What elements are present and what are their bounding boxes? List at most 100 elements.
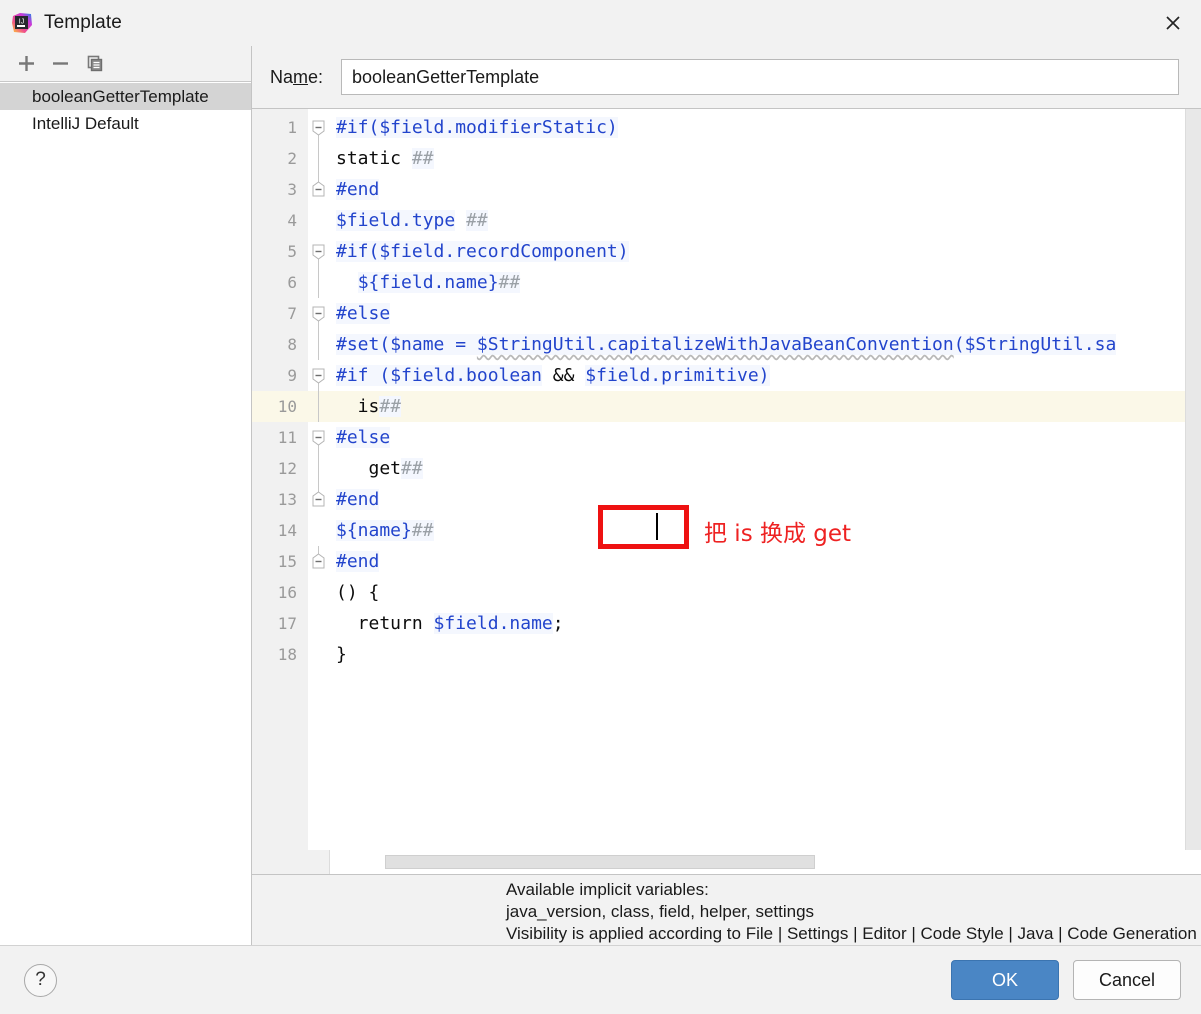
list-item-intellij-default[interactable]: IntelliJ Default <box>0 110 251 137</box>
horizontal-scrollbar-track[interactable] <box>330 850 1201 874</box>
fold-start-icon[interactable] <box>308 360 330 391</box>
line-number-gutter: 1 2 3 4 5 6 7 8 9 10 11 12 13 14 15 16 17 18 <box>252 109 308 850</box>
fold-end-icon[interactable] <box>308 484 330 515</box>
close-icon[interactable] <box>1145 0 1201 46</box>
info-line-1: Available implicit variables: <box>506 880 709 899</box>
code-token: ## <box>379 396 402 417</box>
code-line[interactable]: #end <box>330 174 1201 205</box>
line-number: 7 <box>287 304 297 323</box>
line-number: 4 <box>287 211 297 230</box>
info-line-2: java_version, class, field, helper, sett… <box>506 902 815 921</box>
code-line[interactable]: #end <box>330 484 1201 515</box>
text-caret <box>656 513 658 540</box>
name-row: Name: <box>252 46 1201 108</box>
code-line[interactable]: #else <box>330 422 1201 453</box>
fold-end-icon[interactable] <box>308 174 330 205</box>
code-line[interactable]: get## <box>330 453 1201 484</box>
title-bar: IJ Template <box>0 0 1201 46</box>
line-number: 13 <box>277 490 297 509</box>
code-token: #end <box>336 551 380 572</box>
code-line[interactable]: static ## <box>330 143 1201 174</box>
code-token: && <box>541 365 586 386</box>
dialog-footer: ? OK Cancel <box>0 945 1201 1014</box>
code-token: #if ( <box>336 365 391 386</box>
code-line[interactable]: #if($field.modifierStatic) <box>330 112 1201 143</box>
list-item-label: IntelliJ Default <box>32 114 139 133</box>
code-line[interactable]: #set($name = $StringUtil.capitalizeWithJ… <box>330 329 1201 360</box>
templates-panel: booleanGetterTemplate IntelliJ Default <box>0 46 252 945</box>
code-line[interactable]: ${field.name}## <box>330 267 1201 298</box>
code-token: $StringUtil <box>964 334 1084 355</box>
ok-button[interactable]: OK <box>951 960 1059 1000</box>
horizontal-scrollbar-thumb[interactable] <box>385 855 815 869</box>
code-line[interactable]: () { <box>330 577 1201 608</box>
editor-main: 1 2 3 4 5 6 7 8 9 10 11 12 13 14 15 16 17 18 #if($field.m… <box>252 109 1201 850</box>
line-number: 2 <box>287 149 297 168</box>
code-token: #set( <box>336 334 391 355</box>
template-dialog: IJ Template booleanGetterTemplate Intell… <box>0 0 1201 1014</box>
fold-rail[interactable] <box>308 391 330 422</box>
fold-start-icon[interactable] <box>308 422 330 453</box>
fold-end-icon[interactable] <box>308 546 330 577</box>
add-button[interactable] <box>9 49 43 79</box>
intellij-idea-icon: IJ <box>10 11 34 35</box>
line-number: 9 <box>287 366 297 385</box>
fold-empty <box>308 639 330 670</box>
vertical-scrollbar[interactable] <box>1185 109 1201 850</box>
code-token: ( <box>953 334 965 355</box>
code-token: #end <box>336 489 380 510</box>
scrollbar-gutter-pad <box>252 850 330 874</box>
code-line[interactable]: #else <box>330 298 1201 329</box>
code-line[interactable]: return $field.name; <box>330 608 1201 639</box>
line-number: 12 <box>277 459 297 478</box>
code-line[interactable]: #if($field.recordComponent) <box>330 236 1201 267</box>
code-token: is <box>336 396 380 417</box>
list-item-boolean-getter-template[interactable]: booleanGetterTemplate <box>0 83 251 110</box>
code-line[interactable]: #if ($field.boolean && $field.primitive) <box>330 360 1201 391</box>
code-token: #else <box>336 427 391 448</box>
dialog-body: booleanGetterTemplate IntelliJ Default N… <box>0 46 1201 945</box>
code-token: #end <box>336 179 380 200</box>
code-line[interactable]: #end <box>330 546 1201 577</box>
code-fold-gutter[interactable] <box>308 109 330 850</box>
code-token: $field.type <box>336 210 456 231</box>
code-token: static <box>336 148 412 169</box>
copy-button[interactable] <box>77 49 111 79</box>
code-token: $name <box>390 334 445 355</box>
fold-rail[interactable] <box>308 453 330 484</box>
templates-list[interactable]: booleanGetterTemplate IntelliJ Default <box>0 81 251 945</box>
code-line[interactable]: is## <box>330 391 1201 422</box>
code-token: ## <box>498 272 521 293</box>
code-token: #if($field.modifierStatic) <box>336 117 618 138</box>
code-text-area[interactable]: #if($field.modifierStatic) static ## #end $… <box>330 109 1201 850</box>
code-token: = <box>444 334 477 355</box>
code-token: ## <box>401 458 423 479</box>
fold-start-icon[interactable] <box>308 112 330 143</box>
fold-rail[interactable] <box>308 329 330 360</box>
template-editor-panel: Name: 123456789101112131415161718 #if($f… <box>252 46 1201 945</box>
fold-empty <box>308 515 330 546</box>
code-token: get <box>336 458 402 479</box>
fold-start-icon[interactable] <box>308 298 330 329</box>
fold-rail[interactable] <box>308 267 330 298</box>
fold-rail[interactable] <box>308 143 330 174</box>
line-number: 11 <box>277 428 297 447</box>
fold-start-icon[interactable] <box>308 236 330 267</box>
line-number: 6 <box>287 273 297 292</box>
code-token: ; <box>552 613 564 634</box>
window-title: Template <box>44 12 122 33</box>
cancel-button[interactable]: Cancel <box>1073 960 1181 1000</box>
code-token: ## <box>411 520 434 541</box>
code-line[interactable]: } <box>330 639 1201 670</box>
code-token: } <box>336 644 347 665</box>
fold-empty <box>308 577 330 608</box>
code-token: return <box>336 613 434 634</box>
line-number: 8 <box>287 335 297 354</box>
line-number: 16 <box>277 583 297 602</box>
line-number: 15 <box>277 552 297 571</box>
name-input[interactable] <box>341 59 1179 95</box>
help-button[interactable]: ? <box>24 963 57 997</box>
remove-button[interactable] <box>43 49 77 79</box>
code-line[interactable]: $field.type ## <box>330 205 1201 236</box>
